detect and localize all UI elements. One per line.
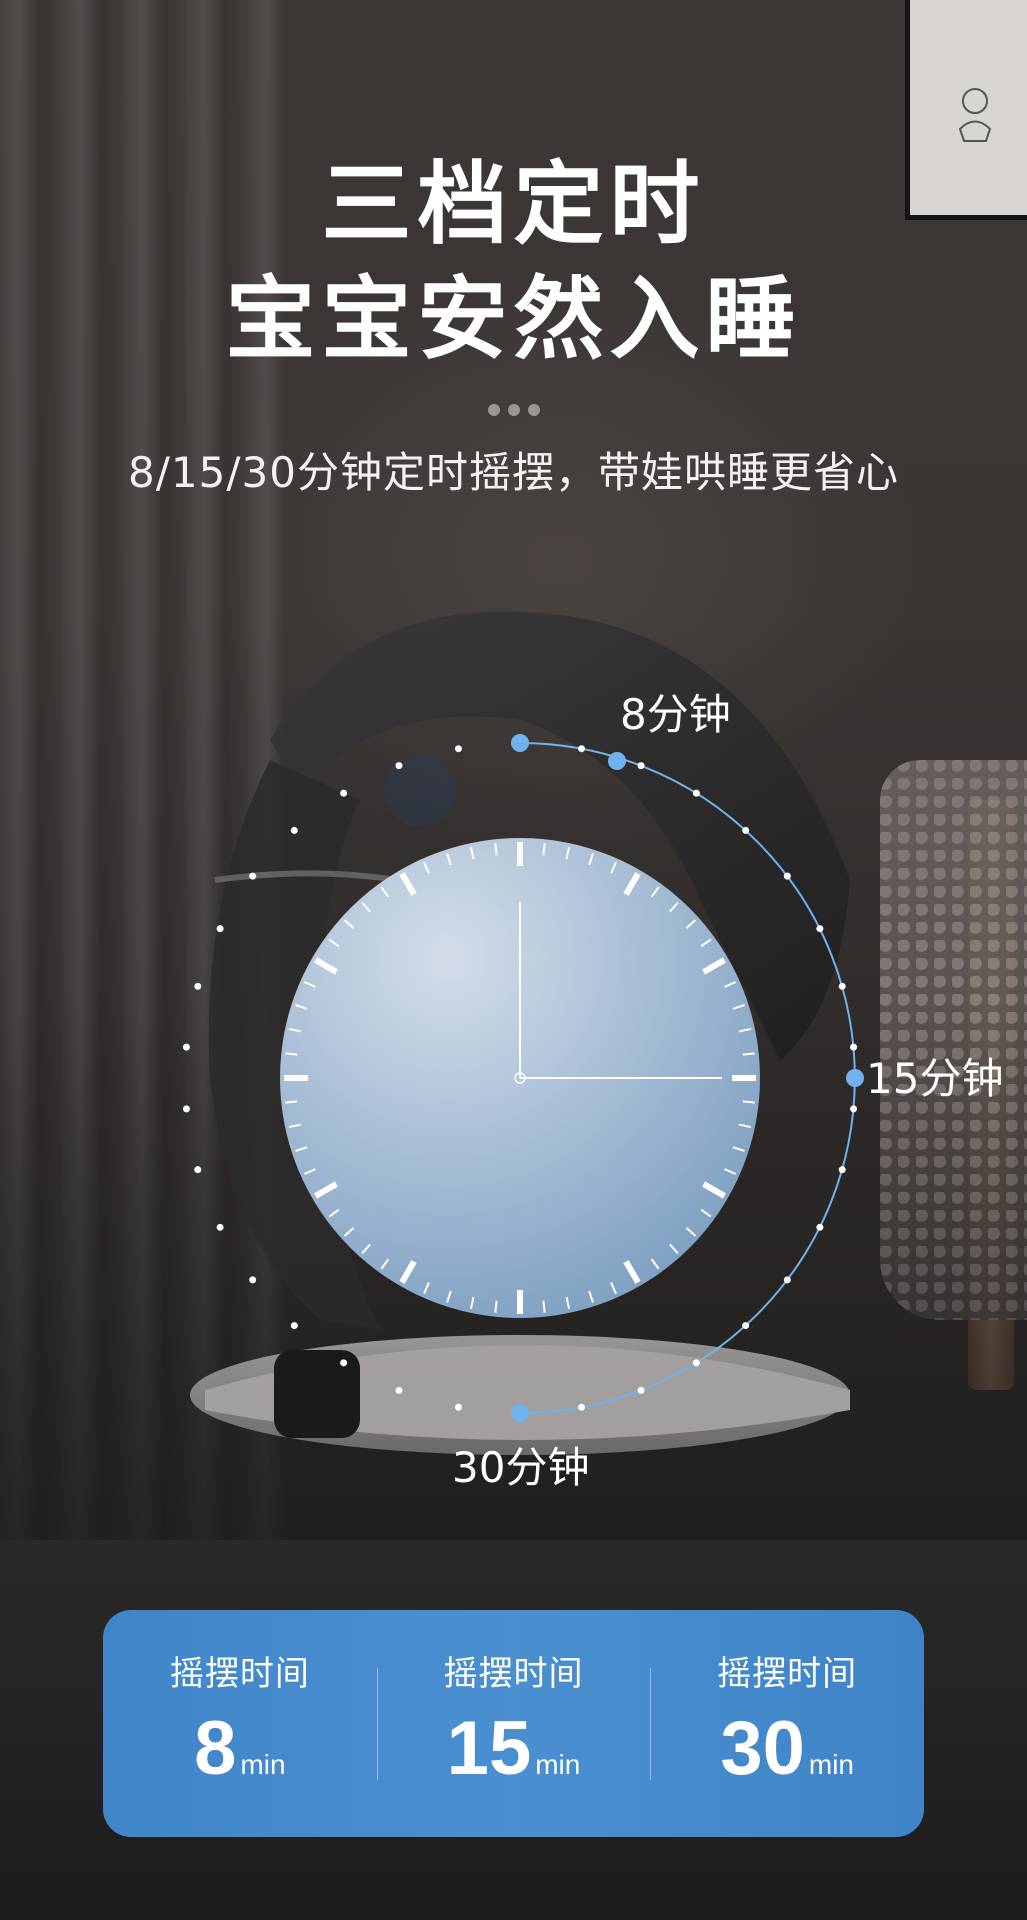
clock-tick: [542, 843, 546, 856]
time-option-label: 摇摆时间: [169, 1654, 310, 1694]
ring-dot: [182, 1043, 190, 1051]
arc-dot: [838, 982, 846, 990]
marker-8min: [608, 752, 626, 770]
marker-30min: [511, 1404, 529, 1422]
time-unit: min: [240, 1749, 286, 1780]
arc-dot: [783, 872, 791, 880]
divider-dots: [0, 401, 1027, 420]
arc-dot: [850, 1043, 858, 1051]
time-option-value: 8 min: [103, 1706, 377, 1792]
time-option-15: 摇摆时间 15 min: [376, 1610, 651, 1837]
clock-tick: [742, 1052, 755, 1056]
clock-tick: [285, 1052, 298, 1056]
time-option-value: 15 min: [377, 1706, 651, 1792]
promo-page: 三档定时 宝宝安然入睡 8/15/30分钟定时摇摆，带娃哄睡更省心 8分钟 15…: [0, 0, 1027, 1920]
arc-dot: [816, 925, 824, 933]
time-option-value: 30 min: [650, 1706, 924, 1792]
arc-dot: [742, 1322, 750, 1330]
ring-dot: [216, 925, 224, 933]
arc-dot: [838, 1166, 846, 1174]
time-unit: min: [808, 1749, 855, 1780]
ring-dot: [182, 1105, 190, 1113]
ring-dot: [454, 1403, 462, 1411]
ring-dot: [249, 1276, 257, 1284]
label-30min: 30分钟: [452, 1443, 590, 1492]
time-value: 15: [446, 1706, 532, 1791]
arc-dot: [692, 789, 700, 797]
clock-tick: [542, 1300, 546, 1313]
time-option-label: 摇摆时间: [443, 1654, 584, 1694]
headline-line-2: 宝宝安然入睡: [225, 267, 802, 372]
ring-dot: [340, 1359, 348, 1367]
arc-dot: [578, 745, 586, 753]
ring-dot: [194, 982, 202, 990]
time-option-30: 摇摆时间 30 min: [650, 1610, 924, 1837]
ring-dot: [395, 762, 403, 770]
arc-dot: [816, 1223, 824, 1231]
ring-dot: [216, 1223, 224, 1231]
marker-start: [511, 734, 529, 752]
ring-dot: [290, 826, 298, 834]
clock-tick: [285, 1100, 298, 1104]
label-8min: 8分钟: [620, 690, 731, 739]
ring-dot: [290, 1322, 298, 1330]
clock-tick: [494, 1300, 498, 1313]
arc-dot: [742, 826, 750, 834]
arc-dot: [637, 762, 645, 770]
clock-tick: [494, 843, 498, 856]
time-option-8: 摇摆时间 8 min: [103, 1610, 377, 1837]
swing-time-panel: 摇摆时间 8 min 摇摆时间 15 min 摇摆时间 30 min: [103, 1610, 924, 1837]
arc-dot: [692, 1359, 700, 1367]
time-unit: min: [535, 1749, 581, 1780]
arc-dot: [783, 1276, 791, 1284]
marker-15min: [846, 1069, 864, 1087]
arc-dot: [578, 1403, 586, 1411]
time-option-label: 摇摆时间: [717, 1654, 858, 1694]
ring-dot: [249, 872, 257, 880]
label-15min: 15分钟: [866, 1054, 1004, 1103]
time-value: 8: [194, 1706, 237, 1791]
ring-dot: [395, 1386, 403, 1394]
ring-dot: [454, 745, 462, 753]
arc-dot: [850, 1105, 858, 1113]
ring-dot: [340, 789, 348, 797]
clock-tick: [742, 1100, 755, 1104]
subtitle: 8/15/30分钟定时摇摆，带娃哄睡更省心: [128, 448, 899, 497]
arc-dot: [637, 1386, 645, 1394]
ring-dot: [194, 1166, 202, 1174]
time-value: 30: [720, 1706, 805, 1791]
headline-line-1: 三档定时: [321, 152, 706, 257]
